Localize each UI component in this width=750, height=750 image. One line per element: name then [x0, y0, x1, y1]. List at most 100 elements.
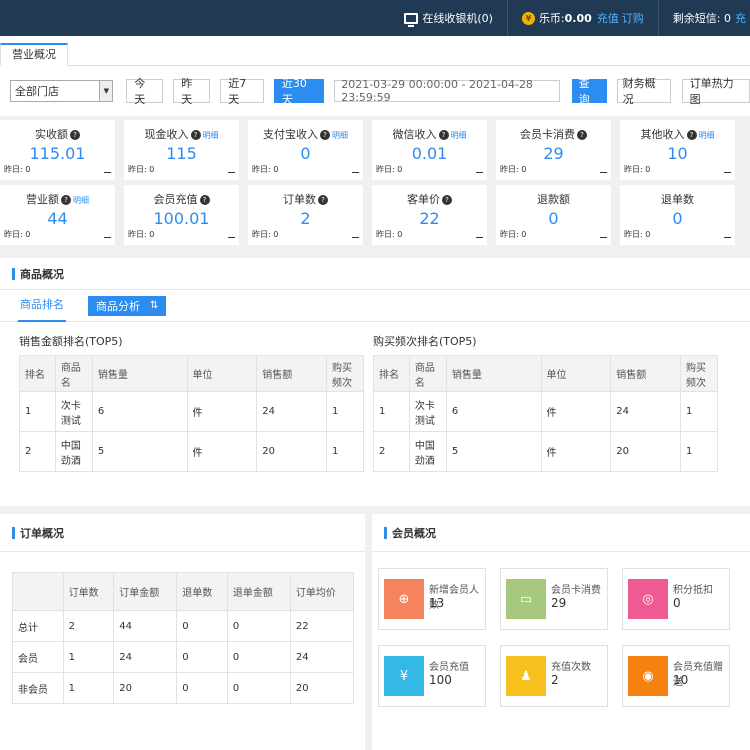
help-icon[interactable]: ?	[190, 130, 201, 140]
table-cell: 件	[186, 391, 258, 432]
column-header: 退单数	[176, 572, 228, 611]
gift-coin-icon: ◉	[628, 656, 668, 696]
online-register[interactable]: 在线收银机(0)	[390, 0, 507, 36]
table-cell: 20	[289, 672, 355, 704]
table-cell: 24	[610, 391, 682, 432]
stat-value: 115.01	[29, 144, 86, 163]
monitor-icon	[404, 12, 419, 27]
tab-business-overview[interactable]: 营业概况	[0, 43, 68, 66]
help-icon[interactable]: ?	[318, 195, 328, 205]
table-cell: 22	[289, 610, 355, 642]
yesterday-value: 昨日: 0	[4, 165, 31, 174]
finance-overview-button[interactable]: 财务概况	[616, 77, 671, 106]
table-cell: 0	[226, 641, 291, 673]
sms-recharge-link[interactable]: 充	[735, 10, 746, 26]
help-icon[interactable]: ?	[320, 130, 330, 140]
tab-goods-ranking[interactable]: 商品排名	[18, 290, 66, 322]
stat-label: 营业额? 明细	[0, 185, 115, 207]
coin-value: 0.00	[564, 11, 592, 25]
stat-card: 微信收入? 明细 0.01 昨日: 0	[372, 120, 487, 180]
column-header: 单位	[540, 355, 612, 392]
sales-ranking-title: 销售金额排名(TOP5)	[19, 335, 123, 348]
order-heatmap-button[interactable]: 订单热力图	[681, 77, 750, 106]
stat-label-text: 订单数	[283, 193, 316, 206]
online-register-label: 在线收银机(0)	[422, 12, 493, 25]
member-stat-value: 0	[673, 596, 681, 610]
trend-dash	[104, 237, 111, 238]
help-icon[interactable]: ?	[686, 130, 697, 140]
today-button[interactable]: 今天	[126, 77, 164, 106]
table-cell: 0	[226, 610, 291, 642]
stat-label: 退单数	[620, 185, 735, 207]
stat-label-text: 现金收入	[144, 128, 189, 141]
column-header: 销售量	[91, 355, 188, 392]
yuan-icon: ¥	[384, 656, 424, 696]
sort-icon: ⇅	[150, 300, 159, 311]
trend-dash	[476, 237, 483, 238]
stat-card: 营业额? 明细 44 昨日: 0	[0, 185, 115, 245]
table-cell: 24	[113, 641, 178, 673]
trend-dash	[724, 172, 731, 173]
query-button[interactable]: 查询	[571, 77, 607, 106]
stat-card: 退款额 0 昨日: 0	[496, 185, 611, 245]
stat-label: 支付宝收入? 明细	[248, 120, 363, 142]
tab-goods-analysis[interactable]: 商品分析 ⇅	[88, 295, 167, 316]
order-overview-panel: 订单概况 订单数 订单金额 退单数 退单金额 订单均价 总计 2 44 0 0 22 会员 1 24 0 0 2…	[0, 514, 365, 750]
detail-link[interactable]: 明细	[332, 131, 348, 140]
last-30-days-button[interactable]: 近30天	[273, 77, 325, 106]
stat-label-text: 营业额	[26, 193, 59, 206]
table-cell: 44	[113, 610, 178, 642]
stat-label: 实收额?	[0, 120, 115, 142]
stat-card: 支付宝收入? 明细 0 昨日: 0	[248, 120, 363, 180]
stat-value: 0.01	[411, 144, 448, 163]
table-cell: 非会员	[12, 672, 64, 704]
stat-value: 0	[300, 144, 311, 163]
subscribe-link[interactable]: 订购	[622, 10, 644, 26]
filter-bar: 全部门店 ▼ 今天 昨天 近7天 近30天 2021-03-29 00:00:0…	[0, 66, 750, 116]
stat-value: 29	[543, 144, 564, 163]
yesterday-value: 昨日: 0	[252, 165, 279, 174]
table-cell: 件	[540, 431, 612, 472]
detail-link[interactable]: 明细	[203, 131, 219, 140]
help-icon[interactable]: ?	[438, 130, 449, 140]
table-cell: 6	[445, 391, 542, 432]
stat-label: 微信收入? 明细	[372, 120, 487, 142]
stat-value: 44	[47, 209, 68, 228]
coin-balance: ¥ 乐币: 0.00 充值 订购	[506, 0, 658, 36]
table-header-row: 订单数 订单金额 退单数 退单金额 订单均价	[12, 572, 355, 611]
help-icon[interactable]: ?	[70, 130, 80, 140]
stat-label-text: 退单数	[661, 193, 694, 206]
frequency-ranking-title: 购买频次排名(TOP5)	[373, 335, 477, 348]
yesterday-value: 昨日: 0	[252, 230, 279, 239]
table-cell: 会员	[12, 641, 64, 673]
detail-link[interactable]: 明细	[73, 196, 89, 205]
table-cell: 1	[680, 431, 718, 472]
table-cell: 2	[373, 431, 410, 472]
table-cell: 1	[680, 391, 718, 432]
table-row: 非会员 1 20 0 0 20	[12, 672, 355, 704]
date-range-input[interactable]: 2021-03-29 00:00:00 - 2021-04-28 23:59:5…	[334, 78, 560, 104]
coins-icon: ◎	[628, 579, 668, 619]
member-stat-value: 100	[429, 673, 452, 687]
coin-label: 乐币:	[538, 12, 565, 25]
store-select[interactable]: 全部门店 ▼	[10, 80, 114, 102]
help-icon[interactable]: ?	[577, 130, 587, 140]
coin-icon: ¥	[521, 11, 535, 25]
help-icon[interactable]: ?	[442, 195, 452, 205]
chevron-down-icon[interactable]: ▼	[99, 81, 113, 101]
stat-label-text: 客单价	[407, 193, 440, 206]
goods-overview-panel: 商品概况 商品排名 商品分析 ⇅ 销售金额排名(TOP5) 购买频次排名(TOP…	[0, 258, 750, 506]
column-header: 订单均价	[289, 572, 355, 611]
detail-link[interactable]: 明细	[699, 131, 715, 140]
stat-label: 会员卡消费?	[496, 120, 611, 142]
frequency-ranking-table: 排名 商品名 销售量 单位 销售额 购买频次 1 次卡测试 6 件 24 1 2 中国劲酒 5 件 20 1	[373, 355, 718, 472]
help-icon[interactable]: ?	[61, 195, 71, 205]
order-overview-table: 订单数 订单金额 退单数 退单金额 订单均价 总计 2 44 0 0 22 会员 1 24 0 0 24 非会员 1…	[12, 572, 355, 704]
table-cell: 1	[62, 672, 115, 704]
recharge-link[interactable]: 充值	[597, 10, 619, 26]
yesterday-button[interactable]: 昨天	[173, 77, 211, 106]
help-icon[interactable]: ?	[199, 195, 210, 205]
detail-link[interactable]: 明细	[451, 131, 467, 140]
table-header-row: 排名 商品名 销售量 单位 销售额 购买频次	[373, 355, 718, 392]
last-7-days-button[interactable]: 近7天	[220, 77, 264, 106]
